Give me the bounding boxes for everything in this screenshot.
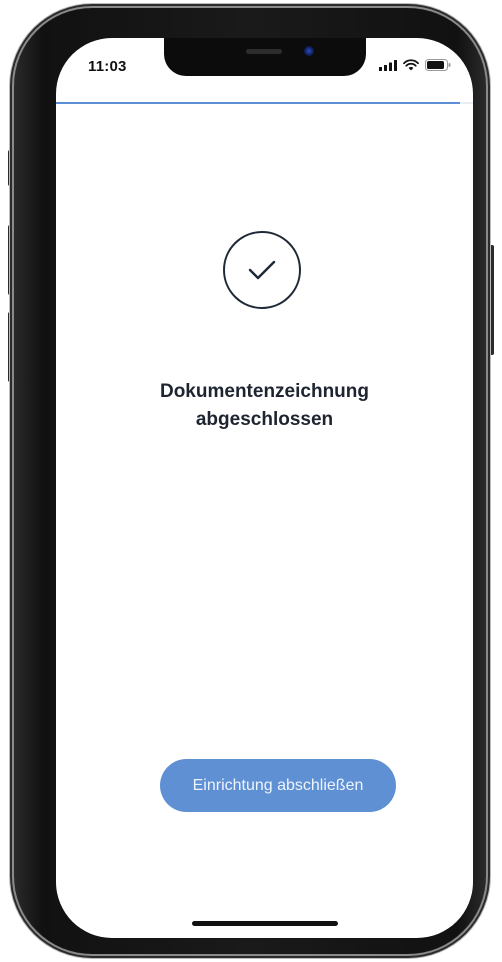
app-screen: 11:03 Dokumentenzeichnung abgeschlossen … bbox=[56, 38, 473, 938]
page-title: Dokumentenzeichnung abgeschlossen bbox=[56, 378, 473, 434]
front-camera bbox=[304, 46, 314, 56]
title-line-2: abgeschlossen bbox=[195, 409, 334, 430]
wifi-icon bbox=[403, 59, 419, 71]
power-button bbox=[488, 245, 494, 355]
finish-setup-button[interactable]: Einrichtung abschließen bbox=[160, 759, 396, 812]
notch bbox=[164, 38, 366, 76]
progress-bar bbox=[56, 102, 473, 104]
check-circle-icon bbox=[223, 231, 301, 309]
device-mockup: 11:03 Dokumentenzeichnung abgeschlossen … bbox=[0, 0, 502, 962]
battery-icon bbox=[425, 59, 451, 71]
home-indicator[interactable] bbox=[192, 921, 338, 926]
status-icons bbox=[379, 59, 451, 71]
speaker bbox=[246, 49, 282, 54]
signal-icon bbox=[379, 59, 397, 71]
progress-bar-fill bbox=[56, 102, 461, 104]
title-line-1: Dokumentenzeichnung bbox=[159, 381, 369, 402]
phone-frame: 11:03 Dokumentenzeichnung abgeschlossen … bbox=[14, 8, 486, 954]
status-time: 11:03 bbox=[88, 58, 127, 75]
checkmark-icon bbox=[248, 260, 276, 280]
